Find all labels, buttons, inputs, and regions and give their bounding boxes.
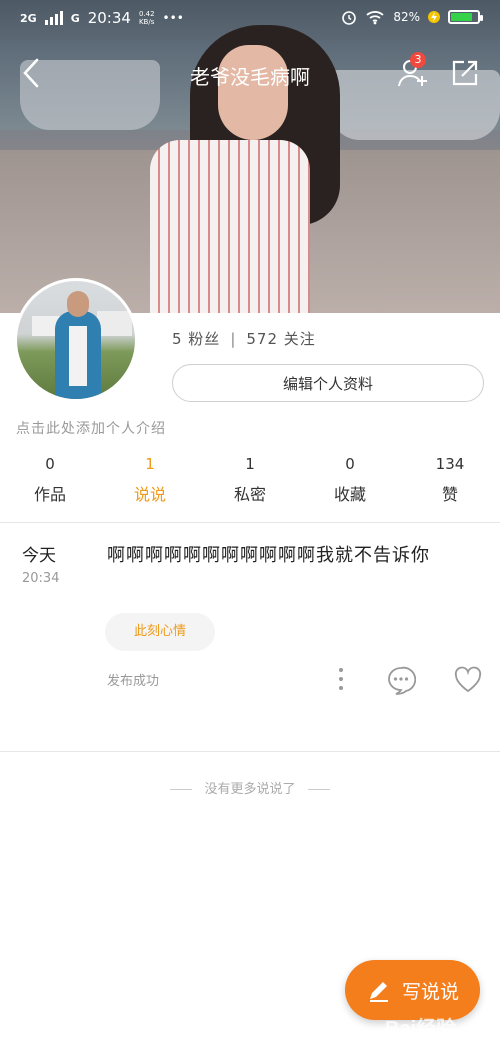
- write-post-button[interactable]: 写说说: [345, 960, 480, 1020]
- post-item[interactable]: 今天 20:34 啊啊啊啊啊啊啊啊啊啊啊我就不告诉你 此刻心情 发布成功: [0, 523, 500, 751]
- tab-count: 1: [145, 455, 155, 473]
- net-speed-value: 0.42: [138, 10, 155, 18]
- tab-favorites[interactable]: 0 收藏: [300, 455, 400, 507]
- battery-percent: 82%: [393, 10, 420, 24]
- tab-label: 说说: [133, 485, 166, 504]
- pencil-icon: [369, 982, 388, 1002]
- tab-label: 私密: [233, 485, 266, 504]
- cover-person-jersey: [150, 140, 310, 313]
- heart-icon[interactable]: [453, 665, 483, 695]
- stats-separator: |: [230, 330, 237, 348]
- post-time: 20:34: [22, 571, 60, 586]
- edit-profile-button[interactable]: 编辑个人资料: [172, 364, 484, 402]
- net-speed: 0.42 KB/s: [139, 10, 155, 26]
- charging-icon: [428, 11, 440, 23]
- watermark-logo: Bai经验: [385, 1018, 457, 1040]
- publish-status: 发布成功: [107, 674, 160, 689]
- more-vertical-icon[interactable]: [330, 666, 352, 692]
- post-content[interactable]: 啊啊啊啊啊啊啊啊啊啊啊我就不告诉你: [107, 539, 477, 573]
- avatar[interactable]: [14, 278, 138, 402]
- top-nav: 老爷没毛病啊 3: [0, 50, 500, 100]
- mood-tag[interactable]: 此刻心情: [105, 613, 215, 651]
- following-count[interactable]: 572 关注: [246, 330, 315, 348]
- status-right: 82%: [341, 9, 483, 25]
- write-post-label: 写说说: [401, 980, 459, 1003]
- avatar-person-shirt: [69, 326, 87, 386]
- cover-photo[interactable]: [0, 0, 500, 313]
- wifi-icon: [366, 11, 384, 25]
- tab-count: 0: [345, 455, 355, 473]
- status-bar: 2G G 20:34 0.42 KB/s ••• 82%: [0, 0, 500, 36]
- status-left: 2G G 20:34 0.42 KB/s •••: [20, 9, 184, 27]
- tab-label: 赞: [441, 485, 458, 504]
- signal-icon: [44, 11, 63, 25]
- tab-count: 0: [45, 455, 55, 473]
- no-more-text: 没有更多说说了: [204, 782, 296, 797]
- net-speed-unit: KB/s: [138, 18, 155, 26]
- profile-tabs: 0 作品 1 说说 1 私密 0 收藏 134 赞: [0, 455, 500, 507]
- intro-placeholder[interactable]: 点击此处添加个人介绍: [16, 418, 166, 438]
- follow-stats: 5 粉丝 | 572 关注: [172, 328, 316, 349]
- notification-badge: 3: [410, 52, 426, 68]
- post-day: 今天: [22, 546, 56, 566]
- network-label: 2G: [20, 11, 37, 25]
- share-icon[interactable]: [450, 58, 480, 88]
- tab-shuoshuo[interactable]: 1 说说: [100, 455, 200, 507]
- tab-likes[interactable]: 134 赞: [400, 455, 500, 507]
- tab-label: 作品: [33, 485, 66, 504]
- tab-count: 134: [435, 455, 465, 473]
- divider: [0, 751, 500, 752]
- dash: [307, 789, 330, 790]
- dash: [170, 789, 193, 790]
- tab-count: 1: [245, 455, 255, 473]
- tab-private[interactable]: 1 私密: [200, 455, 300, 507]
- network2-label: G: [70, 11, 80, 25]
- tab-label: 收藏: [333, 485, 366, 504]
- no-more-hint: 没有更多说说了: [0, 778, 500, 797]
- tab-works[interactable]: 0 作品: [0, 455, 100, 507]
- fans-count[interactable]: 5 粉丝: [172, 330, 220, 348]
- battery-icon: [448, 10, 483, 24]
- status-time: 20:34: [87, 9, 131, 27]
- comment-icon[interactable]: [386, 665, 416, 695]
- alarm-icon: [342, 11, 357, 25]
- avatar-bg-tent: [97, 311, 132, 336]
- more-dots: •••: [162, 11, 184, 25]
- avatar-person-head: [67, 291, 89, 317]
